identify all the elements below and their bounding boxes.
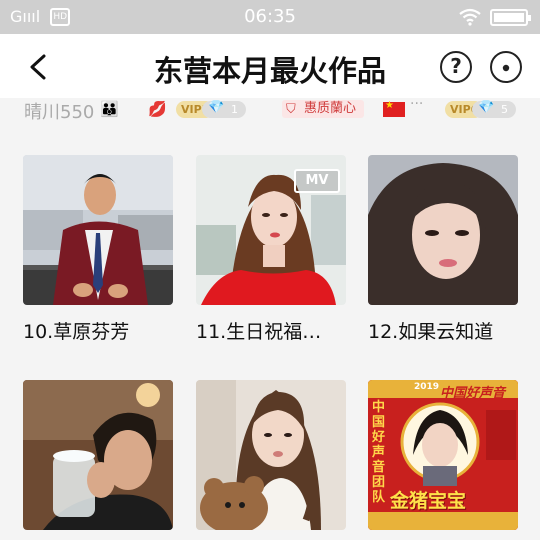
works-grid: 10.草原芬芳 MV 11.生日祝福… 12.如果云知道 中国好声音 2019 … — [0, 0, 540, 540]
work-thumbnail[interactable] — [23, 155, 173, 305]
poster-banner: 中国好声音 — [440, 386, 506, 401]
poster-side-text: 中国好声音团队 — [372, 400, 386, 505]
poster-year: 2019 — [414, 382, 440, 392]
work-title[interactable]: 10.草原芬芳 — [23, 317, 183, 344]
work-thumbnail[interactable]: 中国好声音 2019 中国好声音团队 金猪宝宝 — [368, 380, 518, 530]
mv-badge: MV — [294, 169, 340, 193]
cover-image-man-in-suit — [23, 155, 173, 305]
work-thumbnail[interactable] — [196, 380, 346, 530]
work-title[interactable]: 12.如果云知道 — [368, 317, 528, 344]
work-thumbnail[interactable] — [23, 380, 173, 530]
work-thumbnail[interactable]: MV — [196, 155, 346, 305]
work-thumbnail[interactable] — [368, 155, 518, 305]
work-title[interactable]: 11.生日祝福… — [196, 317, 356, 344]
cover-image-woman-portrait — [368, 155, 518, 305]
cover-image-girl-with-teddy-bear — [196, 380, 346, 530]
poster-name: 金猪宝宝 — [390, 490, 467, 512]
cover-image-young-man-drinking — [23, 380, 173, 530]
